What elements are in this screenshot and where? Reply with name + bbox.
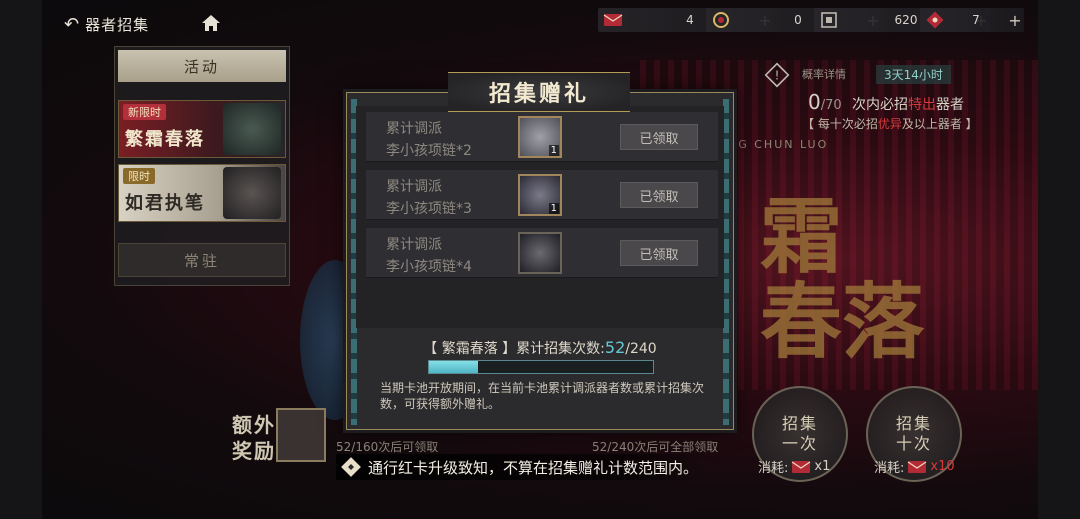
reward-item-icon[interactable]: 1 xyxy=(518,174,562,216)
banner-tag: 限时 xyxy=(123,168,155,184)
pity-current: 0 xyxy=(808,90,821,114)
claimed-button: 已领取 xyxy=(620,240,698,266)
svg-text:!: ! xyxy=(775,69,780,83)
tab-standard[interactable]: 常驻 xyxy=(118,243,286,277)
summon-progress-label: 【 繁霜春落 】累计招集次数:52/240 xyxy=(346,338,734,358)
pity-counter: 0/70 xyxy=(808,90,842,114)
red-envelope-icon xyxy=(908,460,927,473)
summon-ten-cost: 消耗: x10 xyxy=(874,457,955,476)
back-button[interactable]: ↶ 器者招集 xyxy=(64,9,184,39)
pity-description: 次内必招特出器者 xyxy=(852,94,964,114)
reward-condition: 累计调派 xyxy=(386,121,442,137)
pool-timer: 3天14小时 xyxy=(876,65,951,84)
progress-current: 52 xyxy=(604,338,626,357)
coin-stack-icon xyxy=(710,11,732,29)
reward-condition: 累计调派 xyxy=(386,237,442,253)
reward-text: 累计调派 李小孩项链*4 xyxy=(386,234,472,278)
reward-item-qty: 1 xyxy=(548,145,559,156)
summon-ten-line2: 十次 xyxy=(895,434,932,453)
banner-character-portrait xyxy=(223,167,281,219)
reward-item-icon[interactable] xyxy=(518,232,562,274)
banner-fanshuang[interactable]: 新限时 繁霜春落 xyxy=(118,100,286,158)
reward-requirement: 李小孩项链*2 xyxy=(386,143,472,159)
resource-value: 7 xyxy=(972,13,980,27)
extra-label-line2: 奖励 xyxy=(232,439,276,463)
pity-text-b: 器者 xyxy=(936,97,964,113)
pity-note-highlight: 优异 xyxy=(877,117,902,131)
tab-activity[interactable]: 活动 xyxy=(118,50,286,82)
add-resource-button[interactable]: + xyxy=(1006,11,1024,30)
summon-once-line2: 一次 xyxy=(781,434,818,453)
extra-reward-label: 额外 奖励 xyxy=(232,412,276,464)
modal-title: 招集赠礼 xyxy=(448,72,630,112)
reward-progress-160: 52/160次后可领取 xyxy=(336,440,439,454)
reward-row: 累计调派 李小孩项链*2 1 已领取 xyxy=(366,112,718,162)
home-icon xyxy=(202,15,220,31)
home-button[interactable] xyxy=(198,10,224,36)
progress-prefix: 【 繁霜春落 】累计招集次数: xyxy=(423,341,605,357)
right-edge-strip xyxy=(1038,0,1080,519)
warning-diamond-icon: ! xyxy=(764,62,790,88)
page-title: 器者招集 xyxy=(85,15,150,34)
tip-text: 通行红卡升级致知，不算在招集赠礼计数范围内。 xyxy=(368,458,699,477)
red-envelope-icon xyxy=(602,11,624,29)
summon-progress-bar xyxy=(428,360,654,374)
cost-value: x10 xyxy=(930,459,955,474)
progress-total: /240 xyxy=(625,341,657,357)
pity-total: /70 xyxy=(820,98,842,113)
back-arrow-icon: ↶ xyxy=(64,13,80,35)
reward-requirement: 李小孩项链*4 xyxy=(386,259,472,275)
resource-red-token: 7 + xyxy=(920,8,1024,32)
rate-details-label[interactable]: 概率详情 xyxy=(802,66,846,82)
left-edge-strip xyxy=(0,0,42,519)
banner-english-subtitle: NG CHUN LUO xyxy=(728,138,829,151)
cost-value: x1 xyxy=(814,459,831,474)
summon-progress-fill xyxy=(429,361,478,373)
extra-reward-card[interactable] xyxy=(276,408,326,462)
pity-note-b: 及以上器者 】 xyxy=(901,117,978,131)
reward-condition: 累计调派 xyxy=(386,179,442,195)
banner-tag: 新限时 xyxy=(123,104,166,120)
summon-ten-line1: 招集 xyxy=(895,414,932,433)
reward-text: 累计调派 李小孩项链*2 xyxy=(386,118,472,162)
reward-requirement: 李小孩项链*3 xyxy=(386,201,472,217)
reward-row: 累计调派 李小孩项链*3 1 已领取 xyxy=(366,170,718,220)
banner-big-title-line2: 春落 xyxy=(760,274,925,370)
ticket-icon xyxy=(818,11,840,29)
banner-title: 繁霜春落 xyxy=(125,129,205,150)
modal-description: 当期卡池开放期间，在当前卡池累计调派器者数或累计招集次数，可获得额外赠礼。 xyxy=(380,381,705,411)
claimed-button: 已领取 xyxy=(620,124,698,150)
reward-progress-240: 52/240次后可全部领取 xyxy=(592,440,719,454)
tip-icon xyxy=(341,457,361,477)
red-envelope-icon xyxy=(792,460,811,473)
summon-once-cost: 消耗: x1 xyxy=(758,457,830,476)
cost-label: 消耗: xyxy=(874,461,905,476)
summon-once-line1: 招集 xyxy=(781,414,818,433)
red-token-icon xyxy=(924,11,946,29)
tip-banner: 通行红卡升级致知，不算在招集赠礼计数范围内。 xyxy=(336,454,709,480)
reward-row: 累计调派 李小孩项链*4 已领取 xyxy=(366,228,718,278)
cost-label: 消耗: xyxy=(758,461,789,476)
extra-label-line1: 额外 xyxy=(232,413,276,437)
timer-text: 3天14小时 xyxy=(884,68,943,82)
pity-note-a: 【 每十次必招 xyxy=(802,117,878,131)
pity-text-highlight: 特出 xyxy=(908,97,936,113)
claimed-button: 已领取 xyxy=(620,182,698,208)
reward-text: 累计调派 李小孩项链*3 xyxy=(386,176,472,220)
banner-title: 如君执笔 xyxy=(125,193,205,214)
pity-note: 【 每十次必招优异及以上器者 】 xyxy=(802,115,978,132)
banner-rujun[interactable]: 限时 如君执笔 xyxy=(118,164,286,222)
rate-details-button[interactable]: ! xyxy=(764,62,790,88)
reward-item-icon[interactable]: 1 xyxy=(518,116,562,158)
pity-text-a: 次内必招 xyxy=(852,97,908,113)
reward-item-qty: 1 xyxy=(548,203,559,214)
banner-character-portrait xyxy=(223,103,281,155)
